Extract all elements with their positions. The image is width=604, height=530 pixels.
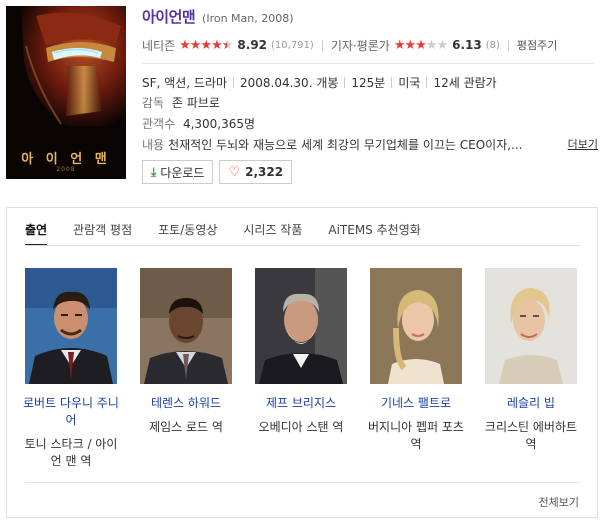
tab-underline xyxy=(25,245,580,246)
netizen-score: 8.92 xyxy=(237,38,268,52)
separator xyxy=(507,39,509,51)
rate-movie-link[interactable]: 평점주기 xyxy=(517,37,557,53)
rating-row: 네티즌 ★★★★★★ 8.92 (10,791) 기자·평론가 ★★★★★ 6.… xyxy=(142,36,598,54)
heart-icon: ♡ xyxy=(228,164,241,180)
audience-count: 4,300,365명 xyxy=(182,117,256,131)
cast-panel: 출연 관람객 평점 포토/동영상 시리즈 작품 AiTEMS 추천영화 로버트 … xyxy=(6,207,598,518)
cast-role: 토니 스타크 / 아이언 맨 역 xyxy=(24,437,118,468)
netizen-label: 네티즌 xyxy=(142,38,176,53)
tab-cast[interactable]: 출연 xyxy=(25,220,48,246)
actor-portrait-image xyxy=(370,268,462,384)
summary-text: 천재적인 두뇌와 재능으로 세계 최강의 무기업체를 이끄는 CEO이자,... xyxy=(168,138,523,152)
cast-role: 버지니아 펩퍼 포츠 역 xyxy=(368,420,464,451)
movie-subtitle: (Iron Man, 2008) xyxy=(202,12,294,25)
movie-title[interactable]: 아이언맨 xyxy=(142,8,196,26)
meta-release: 2008.04.30. 개봉 xyxy=(239,75,339,90)
cast-member[interactable]: 테렌스 하워드 제임스 로드 역 xyxy=(140,268,232,436)
actor-portrait-image xyxy=(25,268,117,384)
cast-role: 오베디아 스탠 역 xyxy=(258,420,344,434)
director-link[interactable]: 존 파브로 xyxy=(172,96,220,110)
cast-photo[interactable] xyxy=(485,268,577,384)
separator xyxy=(426,76,428,88)
divider xyxy=(25,482,580,483)
meta-age-rating: 12세 관람가 xyxy=(433,75,497,90)
tab-photo-video[interactable]: 포토/동영상 xyxy=(158,220,217,246)
download-label: 다운로드 xyxy=(160,165,205,180)
actor-portrait-image xyxy=(255,268,347,384)
cast-role: 크리스틴 에버하트 역 xyxy=(484,420,578,451)
audience-label: 관객수 xyxy=(142,117,176,131)
download-icon: ⤓ xyxy=(151,164,157,179)
movie-summary: 아 이 언 맨 2008 아이언맨 (Iron Man, 2008) 네티즌 ★… xyxy=(6,6,598,186)
movie-poster[interactable]: 아 이 언 맨 2008 xyxy=(6,6,126,179)
netizen-stars: ★★★★★★ xyxy=(179,37,233,53)
cast-name[interactable]: 레슬리 빕 xyxy=(481,395,581,412)
title-row: 아이언맨 (Iron Man, 2008) xyxy=(142,6,598,30)
cast-name[interactable]: 테렌스 하워드 xyxy=(136,395,236,412)
separator xyxy=(232,76,234,88)
action-buttons: ⤓ 다운로드 ♡ 2,322 xyxy=(142,160,598,184)
actor-portrait-image xyxy=(485,268,577,384)
critic-count: (8) xyxy=(485,39,500,51)
actor-portrait-image xyxy=(140,268,232,384)
separator xyxy=(344,76,346,88)
summary-row: 내용 천재적인 두뇌와 재능으로 세계 최강의 무기업체를 이끄는 CEO이자,… xyxy=(142,136,598,154)
director-label: 감독 xyxy=(142,96,165,110)
like-button[interactable]: ♡ 2,322 xyxy=(219,160,293,184)
tab-audience-reviews[interactable]: 관람객 평점 xyxy=(73,220,132,246)
cast-member[interactable]: 로버트 다우니 주니어 토니 스타크 / 아이언 맨 역 xyxy=(23,268,119,470)
poster-title: 아 이 언 맨 xyxy=(21,152,111,167)
summary-label: 내용 xyxy=(142,138,165,152)
netizen-count: (10,791) xyxy=(271,39,314,51)
cast-photo[interactable] xyxy=(25,268,117,384)
separator xyxy=(321,39,323,51)
meta-country[interactable]: 미국 xyxy=(398,74,420,91)
see-all-link[interactable]: 전체보기 xyxy=(539,494,579,510)
critic-stars: ★★★★★ xyxy=(393,37,448,53)
critic-label: 기자·평론가 xyxy=(330,38,390,53)
separator xyxy=(391,76,393,88)
movie-info: 아이언맨 (Iron Man, 2008) 네티즌 ★★★★★★ 8.92 (1… xyxy=(142,6,598,184)
cast-photo[interactable] xyxy=(370,268,462,384)
cast-name[interactable]: 제프 브리지스 xyxy=(251,395,351,412)
divider xyxy=(142,63,594,64)
cast-role: 제임스 로드 역 xyxy=(149,420,223,434)
cast-member[interactable]: 제프 브리지스 오베디아 스탠 역 xyxy=(255,268,347,436)
critic-score: 6.13 xyxy=(452,38,482,52)
cast-photo[interactable] xyxy=(255,268,347,384)
like-count: 2,322 xyxy=(245,165,284,179)
tab-aitems-recommend[interactable]: AiTEMS 추천영화 xyxy=(328,220,420,246)
download-button[interactable]: ⤓ 다운로드 xyxy=(142,160,214,184)
meta-row: SF, 액션, 드라마 2008.04.30. 개봉 125분 미국 12세 관… xyxy=(142,73,598,91)
meta-genre[interactable]: SF, 액션, 드라마 xyxy=(142,74,227,91)
panel-tabs: 출연 관람객 평점 포토/동영상 시리즈 작품 AiTEMS 추천영화 xyxy=(25,220,447,246)
cast-member[interactable]: 레슬리 빕 크리스틴 에버하트 역 xyxy=(485,268,577,453)
meta-runtime: 125분 xyxy=(351,75,386,90)
cast-member[interactable]: 기네스 팰트로 버지니아 펩퍼 포츠 역 xyxy=(368,268,464,453)
poster-year: 2008 xyxy=(56,166,76,173)
summary-more-link[interactable]: 더보기 xyxy=(568,136,598,154)
cast-name[interactable]: 로버트 다우니 주니어 xyxy=(21,395,121,429)
audience-row: 관객수 4,300,365명 xyxy=(142,115,598,133)
cast-photo[interactable] xyxy=(140,268,232,384)
director-row: 감독 존 파브로 xyxy=(142,94,598,112)
iron-man-mask-image xyxy=(6,6,126,126)
tab-series[interactable]: 시리즈 작품 xyxy=(243,220,302,246)
cast-name[interactable]: 기네스 팰트로 xyxy=(366,395,466,412)
